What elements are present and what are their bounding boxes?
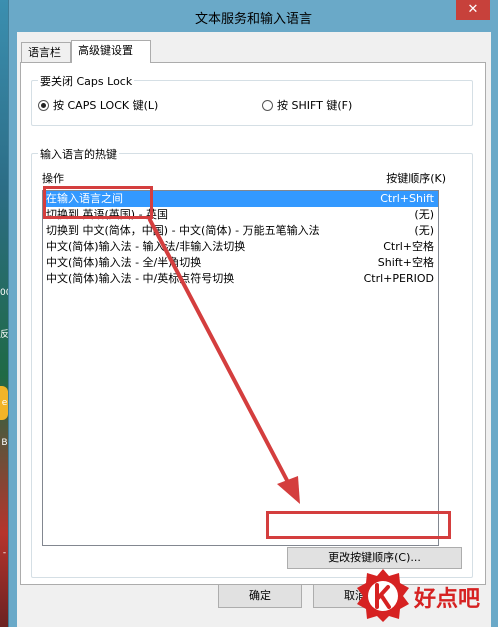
- radio-label: 按 SHIFT 键(F): [277, 99, 353, 112]
- list-item-action: 在输入语言之间: [46, 192, 123, 205]
- list-item-keys: (无): [414, 224, 434, 237]
- hotkey-list[interactable]: 在输入语言之间 Ctrl+Shift 切换到 英语(英国) - 英国 (无) 切…: [42, 190, 439, 546]
- list-item-action: 切换到 中文(简体，中国) - 中文(简体) - 万能五笔输入法: [46, 224, 320, 237]
- list-item[interactable]: 中文(简体)输入法 - 输入法/非输入法切换 Ctrl+空格: [43, 239, 438, 255]
- dialog-window: 文本服务和输入语言 ✕ 语言栏 高级键设置 要关闭 Caps Lock 按 CA…: [8, 0, 498, 627]
- caps-lock-group-title: 要关闭 Caps Lock: [38, 73, 135, 89]
- hotkeys-group: 输入语言的热键 操作 按键顺序(K) 在输入语言之间 Ctrl+Shift 切换…: [31, 146, 473, 578]
- list-item-keys: Shift+空格: [377, 256, 434, 269]
- list-item-keys: Ctrl+Shift: [380, 192, 434, 205]
- window-title: 文本服务和输入语言: [194, 12, 312, 27]
- radio-shift[interactable]: 按 SHIFT 键(F): [262, 97, 352, 113]
- radio-caps-lock[interactable]: 按 CAPS LOCK 键(L): [38, 97, 158, 113]
- hotkeys-group-title: 输入语言的热键: [38, 146, 119, 162]
- close-button[interactable]: ✕: [456, 0, 490, 20]
- caps-lock-group: 要关闭 Caps Lock 按 CAPS LOCK 键(L) 按 SHIFT 键…: [31, 73, 473, 126]
- radio-label: 按 CAPS LOCK 键(L): [53, 99, 159, 112]
- tab-advanced-key-settings[interactable]: 高级键设置: [71, 40, 151, 63]
- tab-panel: 要关闭 Caps Lock 按 CAPS LOCK 键(L) 按 SHIFT 键…: [20, 62, 486, 585]
- watermark-text: 好点吧: [414, 587, 481, 612]
- column-header-action: 操作: [42, 172, 64, 185]
- list-item-action: 切换到 英语(英国) - 英国: [46, 208, 169, 221]
- list-item-action: 中文(简体)输入法 - 全/半角切换: [46, 256, 202, 269]
- list-item[interactable]: 在输入语言之间 Ctrl+Shift: [43, 191, 438, 207]
- list-item-action: 中文(简体)输入法 - 输入法/非输入法切换: [46, 240, 246, 253]
- list-item-keys: Ctrl+PERIOD: [363, 272, 434, 285]
- tab-language-bar[interactable]: 语言栏: [21, 42, 71, 62]
- list-item-keys: (无): [414, 208, 434, 221]
- list-item[interactable]: 切换到 中文(简体，中国) - 中文(简体) - 万能五笔输入法 (无): [43, 223, 438, 239]
- ok-button[interactable]: 确定: [218, 584, 302, 608]
- watermark-logo-icon: [357, 569, 409, 622]
- column-header-key-sequence: 按键顺序(K): [386, 172, 446, 185]
- list-item[interactable]: 中文(简体)输入法 - 中/英标点符号切换 Ctrl+PERIOD: [43, 271, 438, 287]
- radio-checked-icon[interactable]: [38, 99, 49, 111]
- list-item[interactable]: 切换到 英语(英国) - 英国 (无): [43, 207, 438, 223]
- watermark: 好点吧: [354, 567, 494, 623]
- list-item-action: 中文(简体)输入法 - 中/英标点符号切换: [46, 272, 235, 285]
- dialog-client: 语言栏 高级键设置 要关闭 Caps Lock 按 CAPS LOCK 键(L)…: [17, 32, 491, 627]
- title-bar[interactable]: 文本服务和输入语言 ✕: [9, 0, 498, 32]
- list-item[interactable]: 中文(简体)输入法 - 全/半角切换 Shift+空格: [43, 255, 438, 271]
- radio-unchecked-icon[interactable]: [262, 99, 273, 111]
- change-key-sequence-button[interactable]: 更改按键顺序(C)...: [287, 547, 462, 569]
- list-item-keys: Ctrl+空格: [383, 240, 434, 253]
